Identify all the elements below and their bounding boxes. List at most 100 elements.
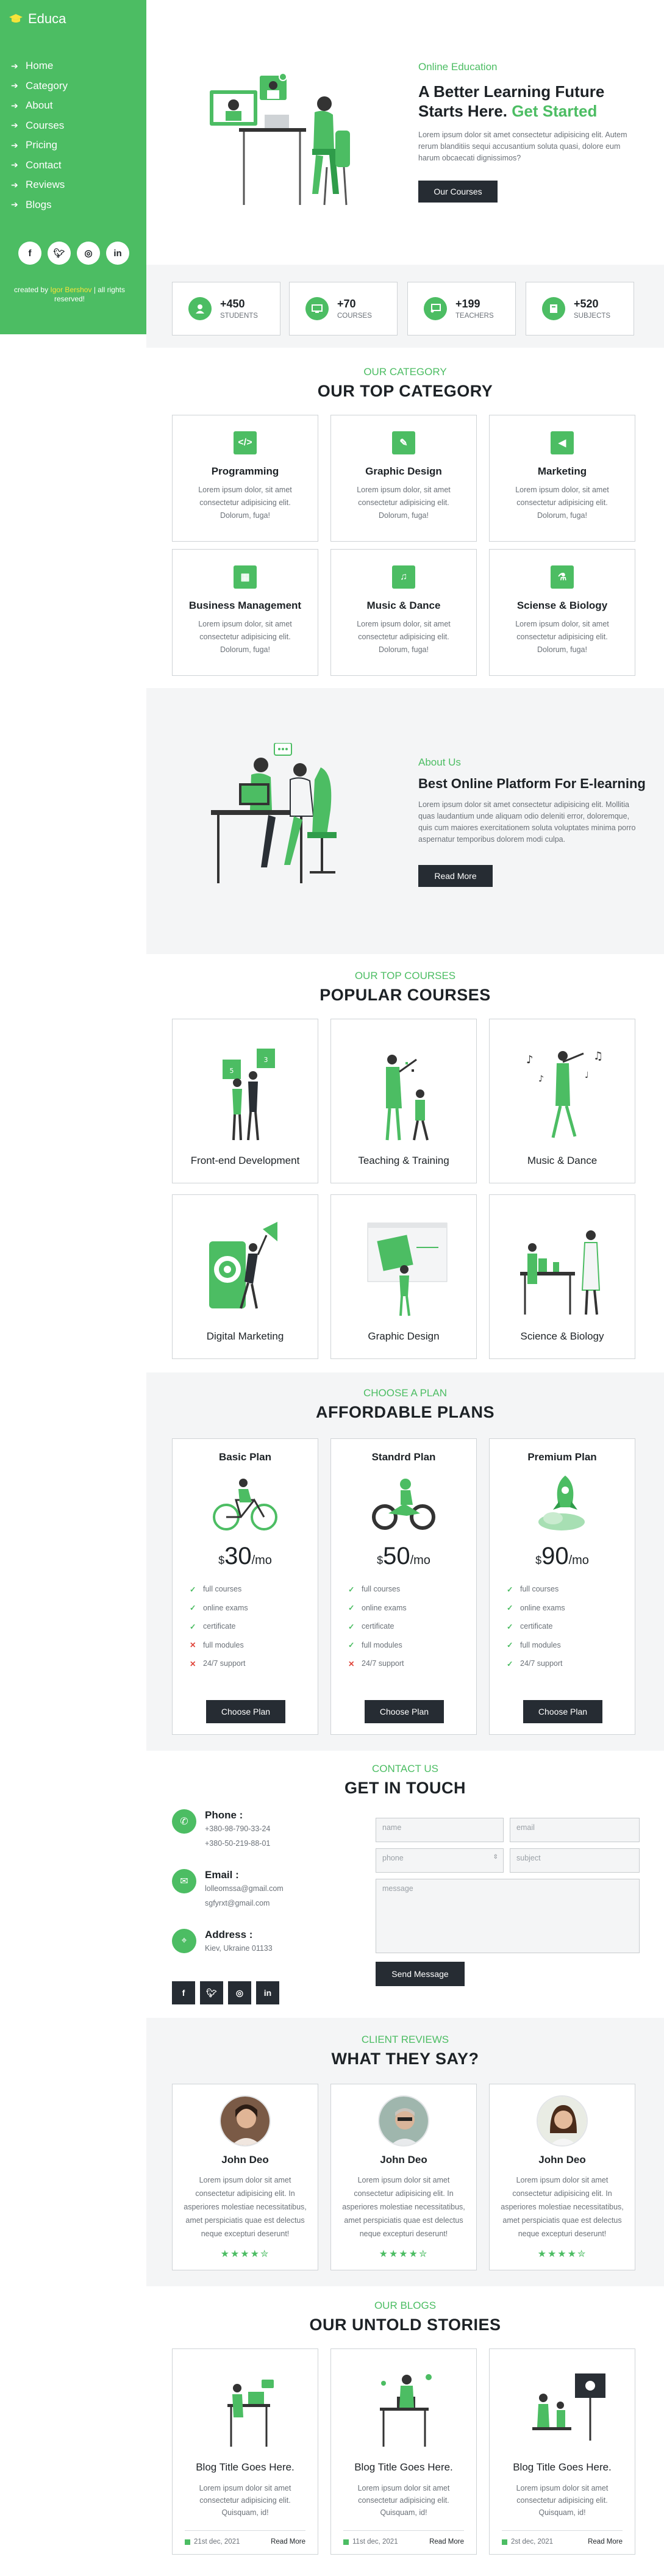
phone-2[interactable]: +380-50-219-88-01 [205,1836,270,1851]
category-card-graphic-design[interactable]: ✎ Graphic Design Lorem ipsum dolor, sit … [330,415,477,542]
teaching-illustration [385,1055,429,1141]
email-input[interactable]: email [510,1818,640,1842]
plan-card-premium: Premium Plan $90/mo ✓ full courses ✓ onlin… [489,1438,635,1735]
linkedin-icon[interactable]: in [106,242,129,265]
course-card-music[interactable]: ♪ ♫ ♪ ♩ Music & Dance [489,1019,635,1183]
category-title-text: Marketing [537,465,587,477]
choose-plan-button[interactable]: Choose Plan [206,1700,285,1723]
logo[interactable]: Educa [9,11,66,27]
nav-item-pricing[interactable]: ➔ Pricing [11,135,68,156]
credit-author[interactable]: Igor Bershov [50,285,91,294]
svg-text:♫: ♫ [593,1050,603,1063]
read-more-link[interactable]: Read More [588,2538,623,2546]
phone-1[interactable]: +380-98-790-33-24 [205,1821,270,1836]
instagram-icon[interactable]: ◎ [77,242,100,265]
nav-label: Category [26,79,68,91]
nav-item-blogs[interactable]: ➔ Blogs [11,195,68,215]
hero-kicker: Online Education [418,61,498,73]
hero-title-accent: Get Started [512,102,598,120]
course-card-graphic-design[interactable]: Graphic Design [330,1194,477,1359]
category-card-science[interactable]: ⚗ Sciense & Biology Lorem ipsum dolor, s… [489,549,635,676]
read-more-link[interactable]: Read More [429,2538,464,2546]
facebook-icon[interactable]: f [172,1981,195,2004]
blog-card[interactable]: Blog Title Goes Here. Lorem ipsum dolor … [330,2348,477,2555]
category-description: Lorem ipsum dolor, sit amet consectetur … [515,486,609,520]
price-value: 90 [541,1543,569,1570]
feature-label: full modules [362,1640,402,1649]
nav-label: Blogs [26,198,52,210]
price-period: /mo [410,1554,430,1567]
course-card-teaching[interactable]: Teaching & Training [330,1019,477,1183]
check-icon: ✓ [507,1622,513,1631]
feature-label: full courses [203,1585,242,1594]
email-1[interactable]: lolleomssa@gmail.com [205,1881,284,1896]
plan-feature: ✓ full modules [507,1636,635,1655]
stat-number: +520 [574,298,599,310]
check-icon: ✓ [348,1604,355,1613]
flask-icon: ⚗ [551,565,574,589]
chalkboard-icon [424,297,447,320]
plan-feature: ✓ full courses [507,1580,635,1599]
send-message-button[interactable]: Send Message [376,1962,465,1986]
feature-label: online exams [520,1603,565,1612]
date-text: 11st dec, 2021 [352,2538,398,2546]
phone-input[interactable]: phone ⇳ [376,1848,504,1873]
choose-plan-button[interactable]: Choose Plan [365,1700,444,1723]
name-input[interactable]: name [376,1818,504,1842]
category-card-marketing[interactable]: ◀ Marketing Lorem ipsum dolor, sit amet … [489,415,635,542]
feature-label: online exams [362,1603,407,1612]
about-text: Lorem ipsum dolor sit amet consectetur a… [418,800,636,844]
courses-title: POPULAR COURSES [320,986,491,1004]
plan-features: ✓ full courses ✓ online exams ✓ certificate… [331,1580,476,1673]
read-more-button[interactable]: Read More [418,865,493,887]
nav-item-home[interactable]: ➔ Home [11,56,68,76]
blog-card[interactable]: Blog Title Goes Here. Lorem ipsum dolor … [172,2348,318,2555]
read-more-link[interactable]: Read More [271,2538,305,2546]
check-icon: ✓ [348,1622,355,1631]
twitter-icon[interactable]: 🐦︎ [48,242,71,265]
facebook-icon[interactable]: f [18,242,41,265]
currency: $ [218,1554,225,1566]
nav-item-category[interactable]: ➔ Category [11,76,68,96]
feature-label: full modules [520,1640,561,1649]
nav-item-contact[interactable]: ➔ Contact [11,156,68,176]
hero-section: Online Education A Better Learning Futur… [146,0,664,265]
main-content: Online Education A Better Learning Futur… [146,0,664,2576]
course-card-marketing[interactable]: Digital Marketing [172,1194,318,1359]
choose-plan-button[interactable]: Choose Plan [523,1700,602,1723]
feature-label: 24/7 support [520,1659,563,1668]
category-title: OUR TOP CATEGORY [317,382,493,400]
check-icon: ✓ [507,1585,513,1594]
twitter-icon[interactable]: 🐦︎ [200,1981,223,2004]
email-2[interactable]: sgfyrxt@gmail.com [205,1896,284,1910]
feature-label: full courses [520,1585,559,1594]
hero-text: Lorem ipsum dolor sit amet consectetur a… [418,131,627,162]
message-textarea[interactable]: message [376,1879,640,1953]
category-card-business[interactable]: ▦ Business Management Lorem ipsum dolor,… [172,549,318,676]
reviews-section: CLIENT REVIEWS WHAT THEY SAY? John Deo L… [146,2018,664,2286]
subject-input[interactable]: subject [510,1848,640,1873]
price-value: 30 [224,1543,252,1570]
arrow-right-icon: ➔ [11,179,18,190]
category-card-music[interactable]: ♫ Music & Dance Lorem ipsum dolor, sit a… [330,549,477,676]
contact-label: Email : [205,1869,239,1881]
category-card-programming[interactable]: </> Programming Lorem ipsum dolor, sit a… [172,415,318,542]
linkedin-icon[interactable]: in [256,1981,279,2004]
blog-card[interactable]: Blog Title Goes Here. Lorem ipsum dolor … [489,2348,635,2555]
course-card-science[interactable]: Science & Biology [489,1194,635,1359]
nav-item-about[interactable]: ➔ About [11,96,68,116]
nav-item-courses[interactable]: ➔ Courses [11,116,68,136]
stat-subjects: +520 SUBJECTS [526,282,634,335]
our-courses-button[interactable]: Our Courses [418,181,498,203]
bicycle-icon [213,1479,277,1530]
course-card-frontend[interactable]: 5 3 Front-end Development [172,1019,318,1183]
about-title: Best Online Platform For E-learning [418,776,646,791]
instagram-icon[interactable]: ◎ [228,1981,251,2004]
stepper-icon[interactable]: ⇳ [493,1854,498,1860]
plan-features: ✓ full courses ✓ online exams ✓ certificate… [173,1580,318,1673]
nav-item-reviews[interactable]: ➔ Reviews [11,175,68,195]
arrow-right-icon: ➔ [11,100,18,110]
blog-excerpt: Lorem ipsum dolor sit amet consectetur a… [516,2484,609,2517]
credit: created by Igor Bershov | all rights res… [9,285,130,304]
avatar [220,2095,271,2147]
